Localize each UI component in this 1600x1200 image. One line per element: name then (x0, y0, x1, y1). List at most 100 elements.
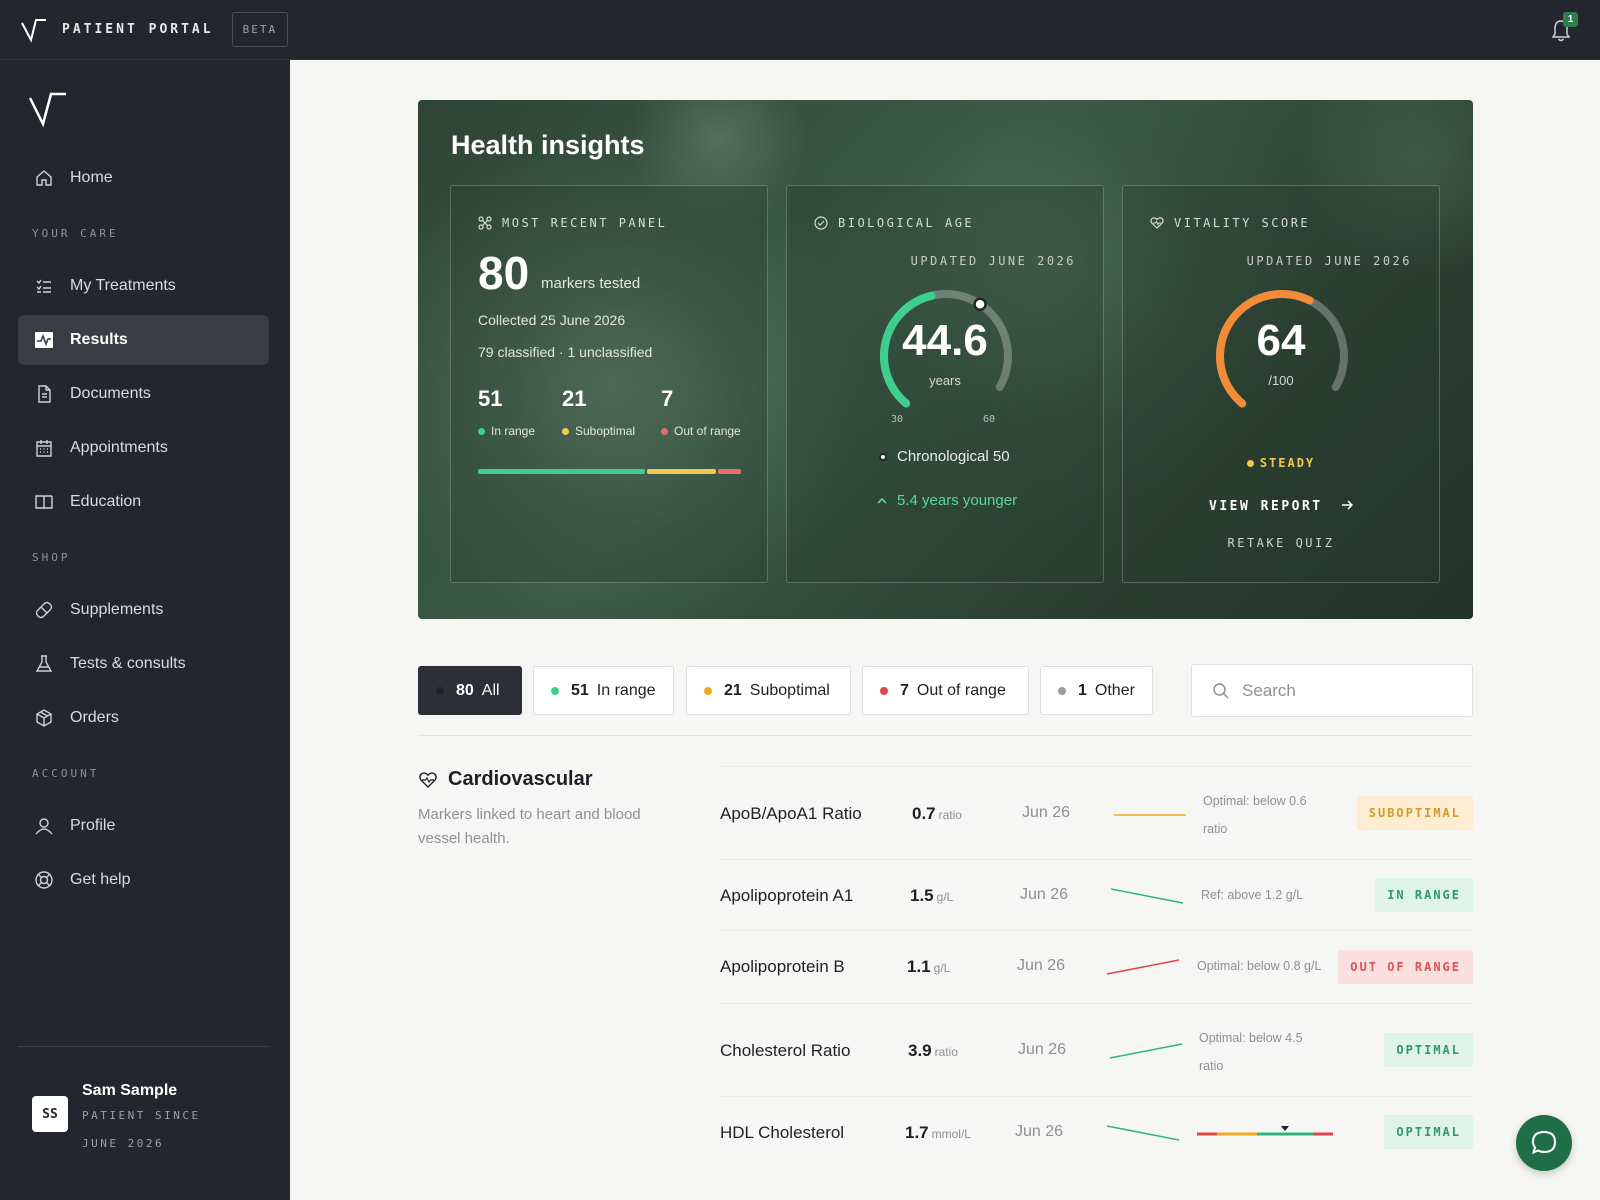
bio-age-unit: years (929, 373, 961, 388)
status-badge: OPTIMAL (1384, 1033, 1473, 1067)
activity-icon (35, 332, 53, 348)
marker-date: Jun 26 (1015, 1123, 1064, 1140)
distribution-segment (647, 469, 717, 474)
calendar-icon (36, 440, 52, 457)
gauge-max-label: 60 (983, 414, 996, 425)
sidebar-item-education[interactable]: Education (18, 477, 269, 527)
section-shop: SHOP (32, 551, 71, 564)
sidebar-item-tests-consults[interactable]: Tests & consults (18, 639, 269, 689)
reference-range: Optimal: below 0.6 ratio (1203, 794, 1307, 836)
marker-value: 3.9 ratio (908, 1041, 958, 1061)
table-row[interactable]: ApoB/ApoA1 Ratio 0.7 ratio Jun 26 Optimal… (720, 766, 1473, 859)
bio-age-value: 44.6 (902, 316, 988, 365)
table-row[interactable]: HDL Cholesterol 1.7 mmol/L Jun 26 OPTIMAL (720, 1096, 1473, 1172)
sidebar-item-orders[interactable]: Orders (18, 693, 269, 743)
red-dot-icon (661, 427, 668, 435)
vitality-score-card[interactable]: VITALITY SCORE UPDATED JUNE 2026 64 /100… (1122, 185, 1440, 583)
updated-label: UPDATED JUNE 2026 (1246, 254, 1412, 268)
distribution-segment (478, 469, 646, 474)
yellow-dot-icon (1246, 460, 1254, 467)
list-icon (36, 279, 51, 293)
heart-pulse-icon (1150, 217, 1164, 229)
marker-name: HDL Cholesterol (720, 1123, 845, 1142)
stat-label: Suboptimal (575, 424, 636, 438)
markers-count-label: markers tested (541, 275, 641, 292)
value-number: 1.7 (905, 1123, 929, 1142)
filter-out-of-range[interactable]: 7 Out of range (862, 666, 1029, 715)
gauge-min-label: 30 (891, 414, 904, 425)
marker-name: Cholesterol Ratio (720, 1041, 851, 1060)
user-icon (35, 818, 53, 835)
filter-label: In range (596, 681, 656, 699)
sidebar-item-home[interactable]: Home (18, 153, 269, 203)
stat-label: In range (491, 424, 536, 438)
sidebar-logo-icon[interactable] (28, 88, 68, 128)
marker-dot-icon (879, 452, 887, 461)
view-report-link[interactable]: VIEW REPORT (1123, 499, 1439, 514)
arrow-right-icon (1341, 500, 1354, 510)
green-dot-icon (478, 427, 485, 435)
marker-value: 1.7 mmol/L (905, 1123, 971, 1143)
biological-age-card[interactable]: BIOLOGICAL AGE UPDATED JUNE 2026 44.6 ye… (786, 185, 1104, 583)
sidebar: Home YOUR CARE My Treatments Results Doc… (0, 60, 290, 1200)
section-account: ACCOUNT (32, 767, 100, 780)
red-dot-icon (880, 686, 888, 695)
sidebar-item-profile[interactable]: Profile (18, 801, 269, 851)
filter-label: Suboptimal (749, 681, 830, 699)
home-icon (36, 170, 52, 186)
sparkline (1110, 888, 1184, 904)
marker-date: Jun 26 (1022, 804, 1071, 821)
sidebar-item-appointments[interactable]: Appointments (18, 423, 269, 473)
sidebar-item-documents[interactable]: Documents (18, 369, 269, 419)
sidebar-item-get-help[interactable]: Get help (18, 855, 269, 905)
table-row[interactable]: Apolipoprotein A1 1.5 g/L Jun 26 Ref: abo… (720, 859, 1473, 930)
sidebar-divider (18, 1046, 269, 1047)
hero-title: Health insights (451, 130, 645, 160)
years-younger: 5.4 years younger (876, 492, 1017, 509)
status-badge: SUBOPTIMAL (1356, 796, 1473, 830)
sidebar-item-label: My Treatments (70, 277, 176, 294)
search-input[interactable]: Search (1191, 664, 1473, 717)
stat-out-of-range: 7 Out of range (661, 386, 741, 438)
pill-icon (35, 601, 53, 619)
panel-header-label: MOST RECENT PANEL (502, 216, 668, 230)
filter-in-range[interactable]: 51 In range (533, 666, 674, 715)
sidebar-item-label: Profile (70, 817, 116, 834)
stat-value: 21 (562, 386, 587, 411)
sparkline (1109, 1043, 1183, 1059)
sidebar-item-my-treatments[interactable]: My Treatments (18, 261, 269, 311)
marker-date: Jun 26 (1018, 1041, 1067, 1058)
table-row[interactable]: Apolipoprotein B 1.1 g/L Jun 26 Optimal: … (720, 930, 1473, 1003)
marker-value: 1.1 g/L (907, 957, 950, 977)
table-row[interactable]: Cholesterol Ratio 3.9 ratio Jun 26 Optima… (720, 1003, 1473, 1096)
chronological-age: Chronological 50 (879, 448, 1010, 465)
card-header: VITALITY SCORE (1150, 216, 1310, 230)
value-number: 3.9 (908, 1041, 932, 1060)
filter-all[interactable]: 80 All (418, 666, 522, 715)
health-insights-hero: Health insights MOST RECENT PANEL 80 mar… (418, 100, 1473, 619)
user-card[interactable]: SS Sam Sample PATIENT SINCE JUNE 2026 (32, 1078, 242, 1158)
box-icon (36, 709, 52, 727)
stat-label: Out of range (674, 424, 741, 438)
marker-value: 0.7 ratio (912, 804, 962, 824)
vitality-value: 64 (1256, 316, 1306, 365)
recent-panel-card[interactable]: MOST RECENT PANEL 80 markers tested Coll… (450, 185, 768, 583)
sidebar-item-label: Supplements (70, 601, 164, 618)
chat-button[interactable] (1516, 1115, 1572, 1171)
app-title: PATIENT PORTAL (62, 22, 214, 37)
filter-suboptimal[interactable]: 21 Suboptimal (686, 666, 851, 715)
distribution-segment (718, 469, 741, 474)
logo-icon[interactable] (20, 16, 48, 44)
sidebar-item-label: Documents (70, 385, 151, 402)
category-description: Markers linked to heart and blood vessel… (418, 806, 641, 847)
sparkline (1106, 1125, 1180, 1141)
vitality-status-label: STEADY (1259, 456, 1316, 470)
retake-quiz-link[interactable]: RETAKE QUIZ (1123, 536, 1439, 550)
sidebar-item-supplements[interactable]: Supplements (18, 585, 269, 635)
book-icon (35, 495, 53, 510)
user-name: Sam Sample (82, 1082, 178, 1099)
filter-other[interactable]: 1 Other (1040, 666, 1153, 715)
sidebar-item-results[interactable]: Results (18, 315, 269, 365)
card-header: MOST RECENT PANEL (478, 216, 667, 230)
chronological-label: Chronological 50 (897, 448, 1010, 465)
